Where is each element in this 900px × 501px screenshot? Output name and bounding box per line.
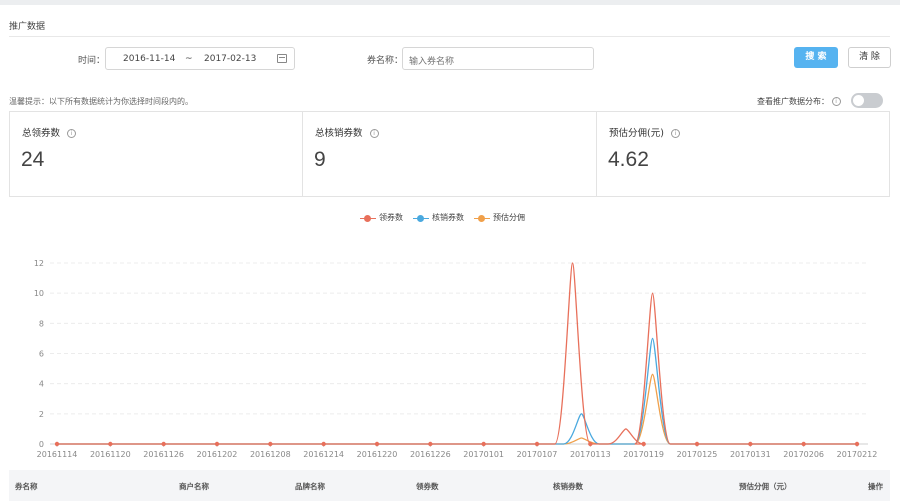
legend-item[interactable]: 预估分佣 — [474, 212, 525, 223]
x-tick-label: 20170131 — [730, 450, 771, 459]
info-icon[interactable]: i — [670, 129, 680, 138]
series-line — [57, 373, 857, 445]
col-header: 品牌名称 — [295, 482, 325, 491]
data-point — [321, 441, 326, 447]
x-tick-label: 20170119 — [623, 450, 664, 459]
data-point — [854, 441, 860, 447]
coupon-name-label: 券名称： — [367, 56, 404, 66]
data-point — [161, 441, 166, 447]
divider — [9, 36, 890, 37]
stat-value: 24 — [21, 148, 45, 171]
y-tick-label: 0 — [39, 440, 44, 449]
y-tick-label: 8 — [39, 319, 44, 328]
col-header: 预估分佣（元） — [739, 482, 792, 491]
chart-legend: 领券数 核销券数 预估分佣 — [360, 212, 525, 223]
legend-marker — [474, 214, 490, 222]
stat-title-row: 总核销券数 i — [315, 125, 379, 139]
info-icon[interactable]: i — [369, 129, 379, 138]
x-tick-label: 20170107 — [517, 450, 558, 459]
clear-button[interactable]: 清 除 — [848, 47, 891, 68]
stats-panel: 总领券数 i 24 总核销券数 i 9 预估分佣(元) i 4.62 — [9, 111, 890, 197]
data-point — [374, 441, 380, 447]
stat-card-commission: 预估分佣(元) i 4.62 — [597, 112, 889, 196]
x-tick-label: 20170101 — [463, 450, 504, 459]
col-header: 商户名称 — [179, 482, 209, 491]
stat-card-claimed: 总领券数 i 24 — [10, 112, 303, 196]
stat-title: 总核销券数 — [315, 128, 363, 139]
x-tick-label: 20170113 — [570, 450, 611, 459]
data-point — [481, 441, 486, 447]
time-label: 时间： — [78, 56, 106, 66]
data-point — [534, 441, 540, 447]
stat-title: 总领券数 — [22, 128, 61, 139]
search-button[interactable]: 搜 索 — [794, 47, 838, 68]
y-tick-label: 6 — [39, 350, 44, 359]
coupon-name-input[interactable] — [402, 47, 594, 70]
x-tick-label: 20161202 — [197, 450, 238, 459]
end-date[interactable]: 2017-02-13 — [204, 54, 256, 64]
x-tick-label: 20161120 — [90, 450, 131, 459]
y-tick-label: 12 — [34, 259, 44, 268]
col-header: 核销券数 — [553, 482, 583, 491]
data-point — [108, 441, 113, 447]
data-point — [801, 441, 806, 447]
stat-value: 9 — [314, 148, 326, 171]
stat-card-redeemed: 总核销券数 i 9 — [303, 112, 597, 196]
line-chart: 0 2 4 6 8 10 12 20161114 20161120 20161126 2016120… — [34, 259, 878, 459]
data-point — [54, 441, 60, 447]
data-point — [588, 441, 593, 447]
data-point — [641, 441, 646, 447]
distribution-toggle-label: 查看推广数据分布： i — [757, 96, 841, 107]
y-tick-label: 10 — [34, 289, 44, 298]
legend-label: 核销券数 — [432, 213, 464, 222]
legend-label: 预估分佣 — [493, 213, 525, 222]
legend-item[interactable]: 领券数 — [360, 212, 403, 223]
stat-title: 预估分佣(元) — [609, 128, 664, 139]
data-point — [694, 441, 700, 447]
start-date[interactable]: 2016-11-14 — [123, 54, 175, 64]
x-tick-label: 20161208 — [250, 450, 291, 459]
section-title: 推广数据 — [9, 22, 46, 32]
legend-marker — [413, 214, 429, 222]
tip-text: 温馨提示：以下所有数据统计为你选择时间段内的。 — [9, 97, 193, 106]
date-range-picker[interactable]: 2016-11-14 ~ 2017-02-13 — [105, 47, 295, 70]
info-icon[interactable]: i — [831, 97, 841, 106]
x-tick-label: 20161220 — [357, 450, 398, 459]
legend-marker — [360, 214, 376, 222]
col-header: 券名称 — [15, 482, 38, 491]
y-tick-label: 2 — [39, 410, 44, 419]
data-point — [268, 441, 273, 447]
calendar-icon[interactable] — [277, 54, 287, 63]
info-icon[interactable]: i — [67, 129, 77, 138]
x-tick-label: 20161214 — [303, 450, 344, 459]
distribution-toggle[interactable] — [851, 93, 883, 108]
x-tick-label: 20170206 — [783, 450, 824, 459]
col-header: 操作 — [868, 482, 883, 491]
stat-title-row: 预估分佣(元) i — [609, 125, 680, 139]
stat-value: 4.62 — [608, 148, 649, 171]
y-tick-label: 4 — [39, 380, 44, 389]
top-bar — [0, 0, 900, 5]
col-header: 领券数 — [416, 482, 439, 491]
data-point — [428, 441, 433, 447]
x-tick-label: 20170212 — [837, 450, 878, 459]
series-line — [57, 337, 857, 445]
distribution-label-text: 查看推广数据分布： — [757, 97, 829, 106]
data-point — [214, 441, 220, 447]
stat-title-row: 总领券数 i — [22, 125, 77, 139]
x-tick-label: 20161226 — [410, 450, 451, 459]
x-tick-label: 20161114 — [37, 450, 78, 459]
legend-item[interactable]: 核销券数 — [413, 212, 464, 223]
legend-label: 领券数 — [379, 213, 403, 222]
table-header: 券名称 商户名称 品牌名称 领券数 核销券数 预估分佣（元） 操作 — [9, 470, 890, 501]
x-tick-label: 20170125 — [677, 450, 718, 459]
x-tick-label: 20161126 — [143, 450, 184, 459]
date-separator: ~ — [185, 54, 193, 64]
data-point — [748, 441, 753, 447]
